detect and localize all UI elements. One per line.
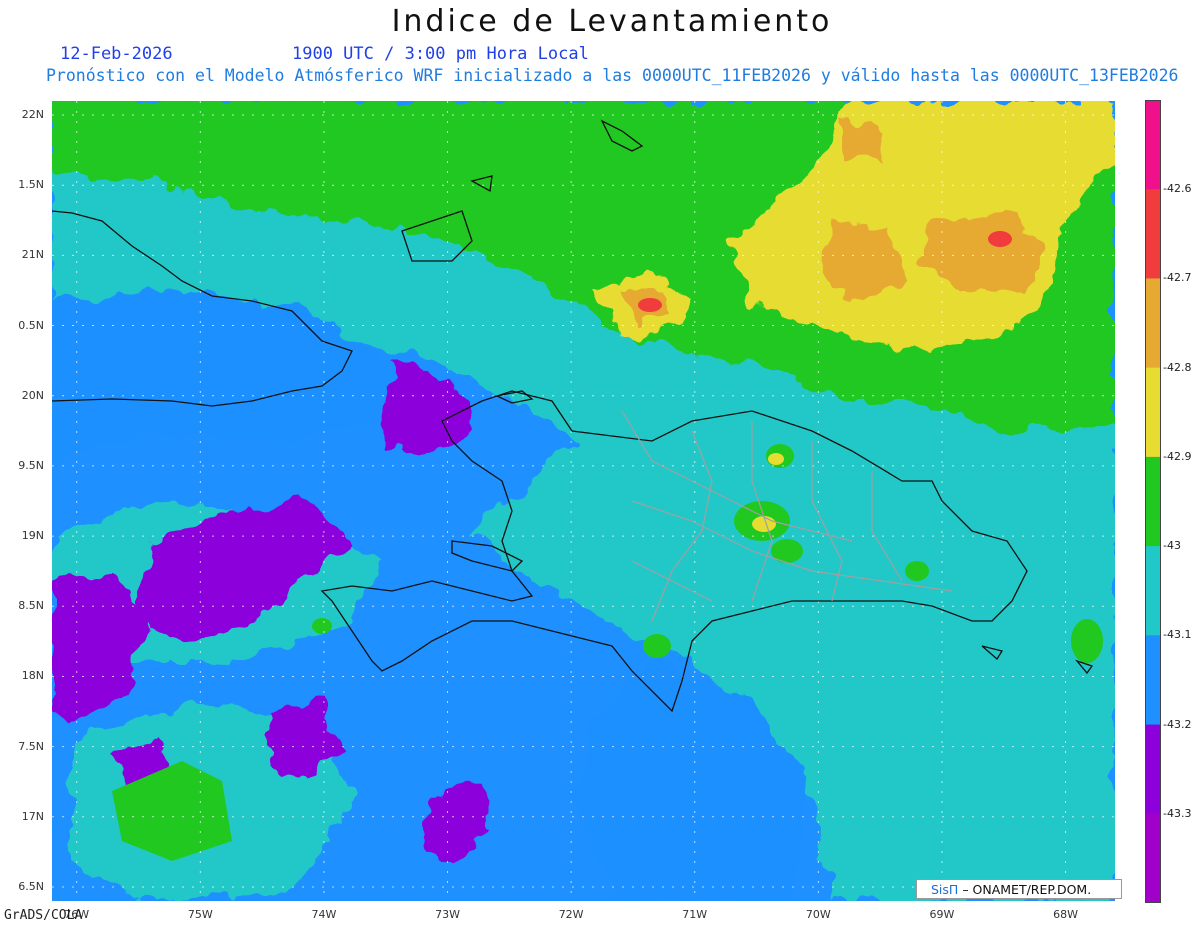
colorbar-swatch bbox=[1145, 100, 1161, 190]
latitude-label: 1.5N bbox=[18, 178, 44, 192]
longitude-label: 71W bbox=[682, 908, 708, 921]
colorbar-label: -43.3 bbox=[1163, 806, 1192, 820]
field-yellow-cell-2 bbox=[768, 453, 784, 465]
longitude-label: 73W bbox=[435, 908, 460, 921]
grads-footer: GrADS/COLA bbox=[4, 908, 83, 923]
valid-time: 1900 UTC / 3:00 pm Hora Local bbox=[292, 44, 589, 64]
latitude-label: 7.5N bbox=[18, 739, 44, 753]
colorbar-label: -42.9 bbox=[1163, 449, 1192, 463]
longitude-label: 70W bbox=[805, 908, 831, 921]
longitude-label: 75W bbox=[187, 908, 213, 921]
colorbar-label: -43 bbox=[1163, 539, 1181, 553]
colorbar-label: -42.7 bbox=[1163, 271, 1192, 285]
field-green-cell-7 bbox=[312, 618, 332, 634]
credit-box: SisΠ – ONAMET/REP.DOM. bbox=[916, 879, 1122, 899]
valid-date: 12-Feb-2026 bbox=[60, 44, 173, 64]
model-info: Pronóstico con el Modelo Atmósferico WRF… bbox=[46, 66, 1179, 85]
latitude-label: 6.5N bbox=[18, 879, 44, 893]
colorbar bbox=[1145, 100, 1161, 903]
longitude-label: 72W bbox=[558, 908, 584, 921]
colorbar-swatch bbox=[1145, 635, 1161, 726]
lifted-index-map bbox=[52, 101, 1115, 901]
latitude-label: 8.5N bbox=[18, 599, 44, 613]
latitude-label: 20N bbox=[21, 388, 44, 402]
colorbar-label: -43.2 bbox=[1163, 717, 1192, 731]
latitude-label: 21N bbox=[21, 248, 44, 262]
colorbar-swatch bbox=[1145, 367, 1161, 458]
latitude-label: 18N bbox=[21, 669, 44, 683]
field-green-cell-4 bbox=[905, 561, 929, 581]
field-red-b bbox=[638, 298, 662, 312]
colorbar-swatch bbox=[1145, 546, 1161, 636]
credit-brand: SisΠ bbox=[931, 882, 959, 897]
latitude-label: 22N bbox=[21, 108, 44, 122]
colorbar-swatch bbox=[1145, 813, 1161, 903]
latitude-label: 9.5N bbox=[18, 458, 44, 472]
latitude-label: 17N bbox=[21, 809, 44, 823]
longitude-label: 68W bbox=[1053, 908, 1078, 921]
field-green-cell-3 bbox=[643, 634, 671, 658]
colorbar-label: -42.8 bbox=[1163, 360, 1192, 374]
credit-text: – ONAMET/REP.DOM. bbox=[962, 882, 1092, 897]
colorbar-label: -42.6 bbox=[1163, 182, 1192, 196]
colorbar-swatch bbox=[1145, 189, 1161, 279]
map-title: Indice de Levantamiento bbox=[391, 4, 833, 39]
longitude-label: 74W bbox=[311, 908, 337, 921]
colorbar-swatch bbox=[1145, 278, 1161, 369]
field-green-cell-6 bbox=[1071, 619, 1103, 663]
colorbar-label: -43.1 bbox=[1163, 628, 1192, 642]
latitude-label: 0.5N bbox=[18, 318, 44, 332]
field-red-a bbox=[988, 231, 1012, 247]
longitude-label: 69W bbox=[929, 908, 955, 921]
latitude-label: 19N bbox=[21, 529, 44, 543]
colorbar-swatch bbox=[1145, 456, 1161, 547]
colorbar-swatch bbox=[1145, 724, 1161, 815]
